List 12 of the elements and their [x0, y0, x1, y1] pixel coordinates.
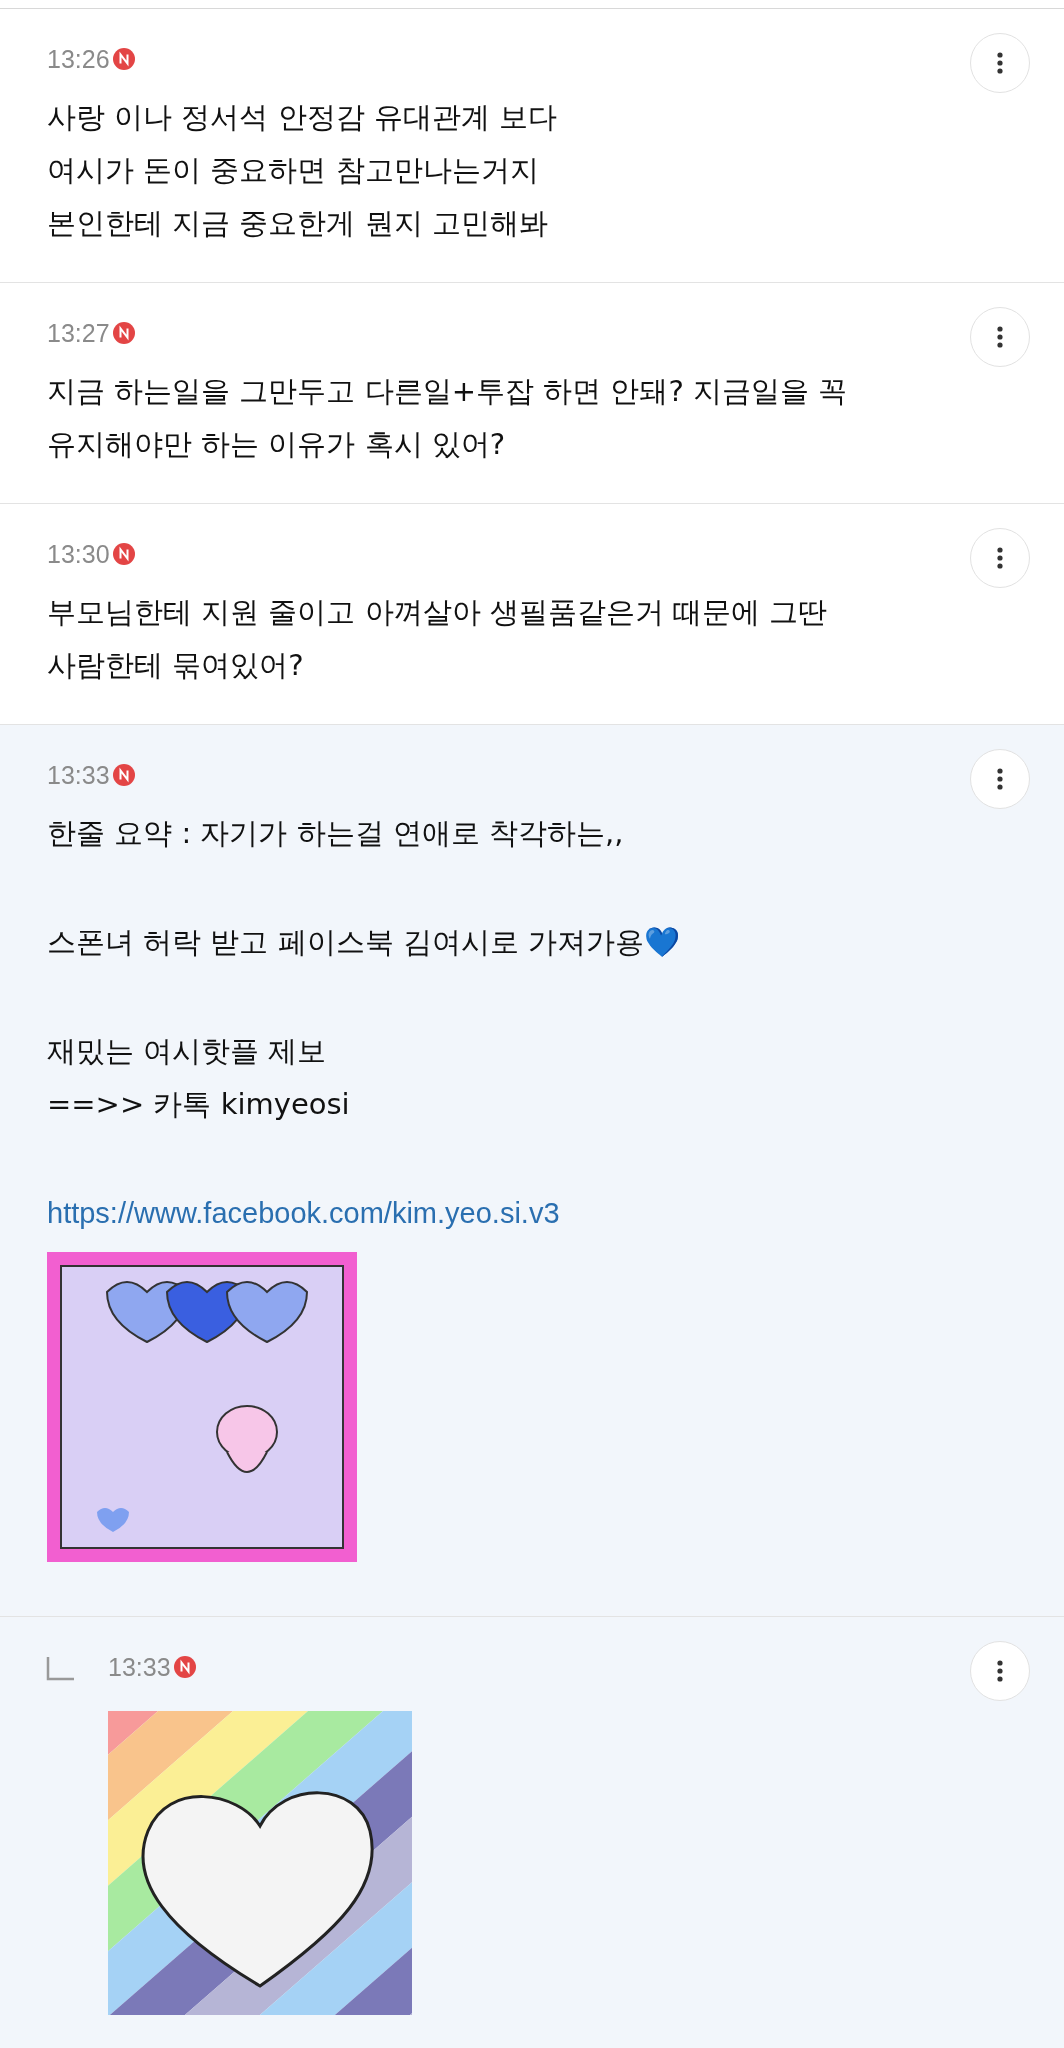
comment-time: 13:26	[47, 44, 110, 74]
comment-text: 스폰녀 허락 받고 페이스북 김여시로 가져가용💙	[47, 924, 681, 961]
comment-text: 사랑 이나 정서석 안정감 유대관계 보다 여시가 돈이 중요하면 참고만나는거지 본인한테 지금 중요한게 뭔지 고민해봐	[47, 99, 558, 242]
comment-time: 13:30	[47, 539, 110, 569]
comment-time: 13:33	[108, 1652, 171, 1682]
comment-time: 13:27	[47, 318, 110, 348]
comment-time: 13:33	[47, 760, 110, 790]
comment-text: 재밌는 여시핫플 제보 ==>> 카톡 kimyeosi	[47, 1033, 350, 1123]
comment-text: 한줄 요약 : 자기가 하는걸 연애로 착각하는,,	[47, 815, 624, 852]
link[interactable]: https://www.facebook.com/kim.yeo.si.v3	[47, 1187, 560, 1240]
comment-text: 지금 하는일을 그만두고 다른일+투잡 하면 안돼? 지금일을 꼭 유지해야만 하는 이유가 혹시 있어?	[47, 373, 848, 463]
comment-text: 부모님한테 지원 줄이고 아껴살아 생필품같은거 때문에 그딴 사람한테 묶여있어?	[47, 594, 828, 684]
